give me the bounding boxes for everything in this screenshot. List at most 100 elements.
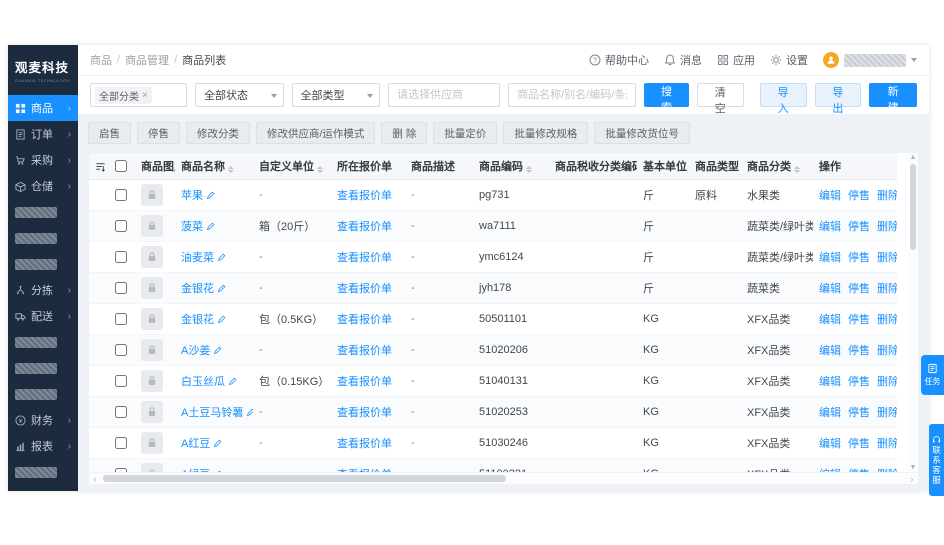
view-quote-link[interactable]: 查看报价单 [337,252,392,264]
sidebar-item-redacted[interactable] [8,329,78,355]
sort-icon[interactable] [794,166,800,173]
bulk-action-button[interactable]: 停售 [137,122,180,144]
stop-sale-action-link[interactable]: 停售 [848,283,870,295]
task-widget[interactable]: 任务 [921,355,944,395]
edit-action-link[interactable]: 编辑 [819,469,841,472]
sidebar-item-purchase[interactable]: 采购 › [8,147,78,173]
scroll-right-icon[interactable]: › [906,474,918,484]
tag-remove-icon[interactable]: × [142,90,148,101]
sidebar-item-redacted[interactable] [8,459,78,485]
delete-action-link[interactable]: 删除 [877,469,897,472]
select-all-checkbox[interactable] [115,160,127,173]
row-checkbox[interactable] [115,189,127,202]
bulk-action-button[interactable]: 批量定价 [433,122,498,144]
export-button[interactable]: 导出 [814,83,862,115]
column-header-name[interactable]: 商品名称 [175,153,253,180]
sidebar-item-finance[interactable]: ¥ 财务 › [8,407,78,433]
row-checkbox[interactable] [115,468,127,472]
settings-button[interactable]: 设置 [770,52,808,68]
product-name-link[interactable]: 油麦菜 [181,249,214,265]
vertical-scrollbar[interactable]: ▲ ▼ [908,153,918,472]
create-button[interactable]: 新 建 [869,83,918,114]
vertical-scroll-thumb[interactable] [910,164,916,250]
delete-action-link[interactable]: 删除 [877,252,897,264]
type-select[interactable]: 全部类型 [291,83,381,107]
customer-service-widget[interactable]: 联系客服 [929,424,944,496]
view-quote-link[interactable]: 查看报价单 [337,283,392,295]
view-quote-link[interactable]: 查看报价单 [337,407,392,419]
product-name-link[interactable]: A绿豆 [181,466,210,472]
row-checkbox[interactable] [115,375,127,388]
delete-action-link[interactable]: 删除 [877,376,897,388]
sidebar-item-sorting[interactable]: 分拣 › [8,277,78,303]
delete-action-link[interactable]: 删除 [877,345,897,357]
supplier-input[interactable] [388,83,501,107]
product-name-link[interactable]: 苹果 [181,187,203,203]
product-name-link[interactable]: A红豆 [181,435,210,451]
import-button[interactable]: 导入 [759,83,807,115]
edit-action-link[interactable]: 编辑 [819,190,841,202]
bulk-action-button[interactable]: 修改供应商/运作模式 [256,122,376,144]
delete-action-link[interactable]: 删除 [877,190,897,202]
row-checkbox[interactable] [115,313,127,326]
row-checkbox[interactable] [115,251,127,264]
column-header-category[interactable]: 商品分类 [741,153,813,180]
keyword-input[interactable] [508,83,637,107]
horizontal-scroll-track[interactable] [101,473,906,484]
bulk-action-button[interactable]: 启售 [88,122,131,144]
delete-action-link[interactable]: 删除 [877,283,897,295]
delete-action-link[interactable]: 删除 [877,438,897,450]
stop-sale-action-link[interactable]: 停售 [848,252,870,264]
breadcrumb-item[interactable]: 商品 [90,52,112,68]
view-quote-link[interactable]: 查看报价单 [337,190,392,202]
sort-icon[interactable] [317,166,323,173]
edit-action-link[interactable]: 编辑 [819,252,841,264]
status-select[interactable]: 全部状态 [195,83,284,107]
table-scroll-area[interactable]: 商品图片商品名称自定义单位所在报价单商品描述商品编码商品税收分类编码基本单位商品… [89,153,918,472]
horizontal-scrollbar[interactable]: ‹ › [89,472,918,484]
edit-action-link[interactable]: 编辑 [819,376,841,388]
stop-sale-action-link[interactable]: 停售 [848,469,870,472]
search-button[interactable]: 搜索 [644,83,689,114]
view-quote-link[interactable]: 查看报价单 [337,314,392,326]
message-button[interactable]: 消息 [664,52,702,68]
row-checkbox[interactable] [115,220,127,233]
view-quote-link[interactable]: 查看报价单 [337,345,392,357]
product-name-link[interactable]: 白玉丝瓜 [181,373,225,389]
bulk-action-button[interactable]: 删 除 [381,122,428,144]
delete-action-link[interactable]: 删除 [877,221,897,233]
product-name-link[interactable]: 金银花 [181,280,214,296]
view-quote-link[interactable]: 查看报价单 [337,221,392,233]
sidebar-item-redacted[interactable] [8,251,78,277]
horizontal-scroll-thumb[interactable] [103,475,506,482]
bulk-action-button[interactable]: 修改分类 [186,122,250,144]
category-filter[interactable]: 全部分类 × [90,83,188,107]
stop-sale-action-link[interactable]: 停售 [848,407,870,419]
sidebar-item-redacted[interactable] [8,381,78,407]
sort-icon[interactable] [228,166,234,173]
stop-sale-action-link[interactable]: 停售 [848,221,870,233]
stop-sale-action-link[interactable]: 停售 [848,190,870,202]
help-button[interactable]: ? 帮助中心 [589,52,649,68]
sidebar-item-redacted[interactable] [8,355,78,381]
edit-action-link[interactable]: 编辑 [819,407,841,419]
scroll-left-icon[interactable]: ‹ [89,474,101,484]
row-checkbox[interactable] [115,437,127,450]
user-menu[interactable] [823,52,917,68]
bulk-action-button[interactable]: 批量修改规格 [503,122,589,144]
vertical-scroll-track[interactable] [908,162,918,463]
sidebar-item-product[interactable]: 商品 › [8,95,78,121]
delete-action-link[interactable]: 删除 [877,314,897,326]
sidebar-item-report[interactable]: 报表 › [8,433,78,459]
edit-action-link[interactable]: 编辑 [819,345,841,357]
edit-action-link[interactable]: 编辑 [819,283,841,295]
product-name-link[interactable]: A沙姜 [181,342,210,358]
edit-action-link[interactable]: 编辑 [819,221,841,233]
view-quote-link[interactable]: 查看报价单 [337,469,392,472]
view-quote-link[interactable]: 查看报价单 [337,438,392,450]
breadcrumb-item[interactable]: 商品管理 [125,52,169,68]
sidebar-item-storage[interactable]: 仓储 › [8,173,78,199]
sidebar-item-delivery[interactable]: 配送 › [8,303,78,329]
stop-sale-action-link[interactable]: 停售 [848,438,870,450]
clear-button[interactable]: 清空 [696,83,744,115]
